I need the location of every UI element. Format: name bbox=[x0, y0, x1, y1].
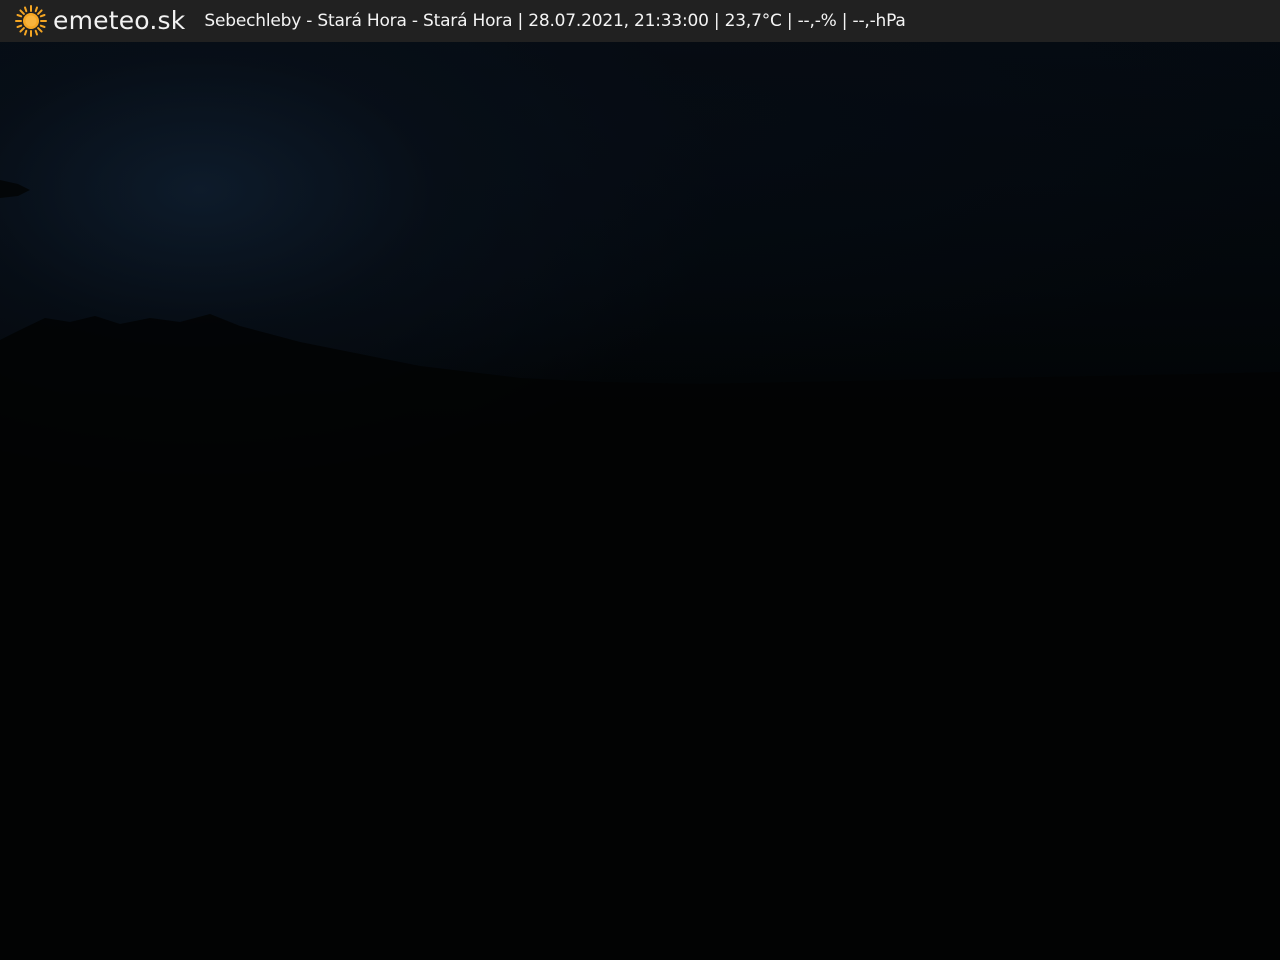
sun-icon bbox=[15, 5, 47, 37]
treeline-silhouette bbox=[0, 180, 1280, 960]
brand-name: emeteo.sk bbox=[53, 6, 186, 35]
emeteo-logo[interactable]: emeteo.sk bbox=[14, 0, 185, 42]
webcam-frame: emeteo.sk Sebechleby - Stará Hora - Star… bbox=[0, 0, 1280, 960]
top-bar: emeteo.sk Sebechleby - Stará Hora - Star… bbox=[0, 0, 1280, 42]
station-info: Sebechleby - Stará Hora - Stará Hora | 2… bbox=[204, 11, 906, 31]
